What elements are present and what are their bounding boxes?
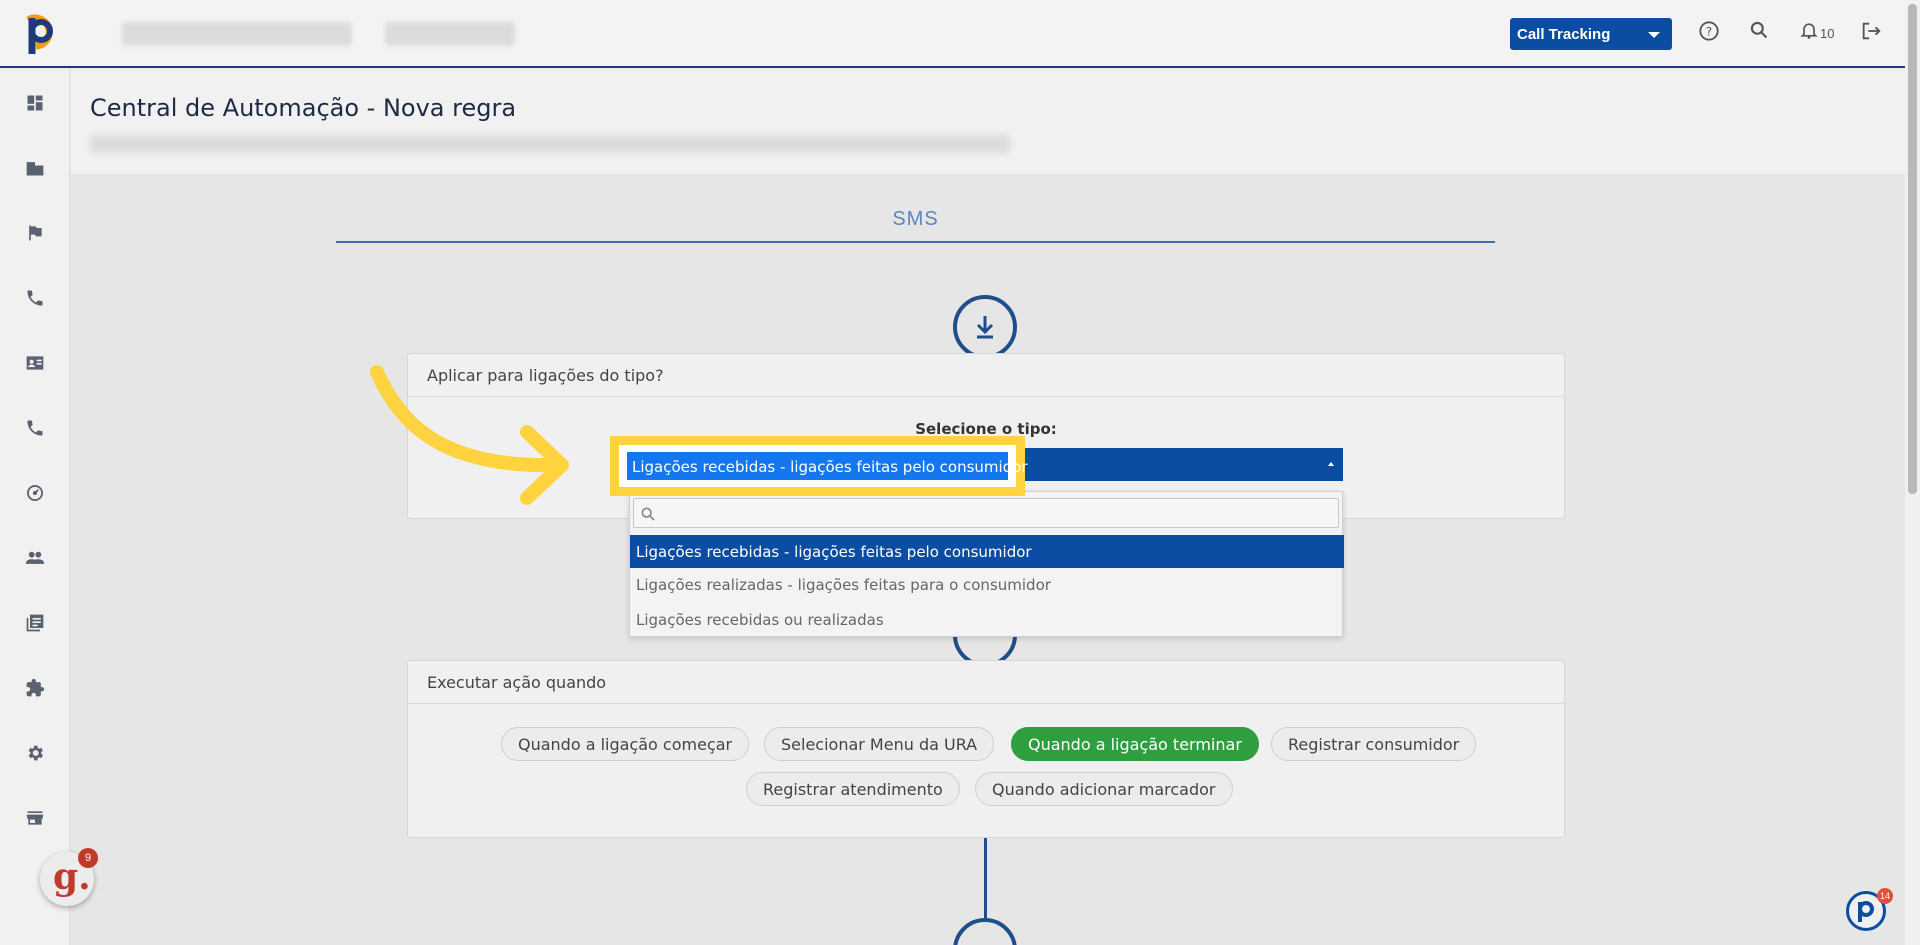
execute-action-card-header: Executar ação quando	[408, 661, 1564, 704]
library-icon[interactable]	[25, 613, 45, 633]
highlight-callout: Ligações recebidas - ligações feitas pel…	[610, 436, 1028, 496]
action-option-register-service[interactable]: Registrar atendimento	[746, 772, 960, 806]
product-dropdown[interactable]: Call Tracking	[1510, 18, 1672, 50]
blurred-account-selector[interactable]	[122, 22, 352, 46]
users-icon[interactable]	[25, 548, 45, 568]
chevron-down-icon	[1648, 32, 1660, 38]
scrollbar[interactable]	[1905, 0, 1920, 945]
logout-icon[interactable]	[1858, 20, 1884, 46]
page-title: Central de Automação - Nova regra	[90, 94, 517, 122]
extension-icon[interactable]	[25, 678, 45, 698]
sidebar	[0, 69, 70, 945]
notifications-count: 10	[1820, 26, 1835, 41]
action-option-call-start[interactable]: Quando a ligação começar	[501, 727, 750, 761]
dashboard-icon[interactable]	[25, 93, 45, 113]
dropdown-search-input[interactable]	[633, 498, 1339, 528]
phone-call-icon[interactable]	[25, 418, 45, 438]
dropdown-option[interactable]: Ligações recebidas - ligações feitas pel…	[630, 535, 1344, 568]
phone-icon[interactable]	[25, 288, 45, 308]
chevron-up-icon	[1328, 462, 1334, 466]
svg-text:?: ?	[1706, 25, 1712, 39]
app-logo[interactable]	[22, 12, 58, 56]
g-badge-count: 9	[78, 848, 98, 868]
blurred-company-selector[interactable]	[385, 22, 515, 46]
search-icon[interactable]	[1746, 20, 1772, 46]
scroll-thumb[interactable]	[1908, 4, 1917, 494]
download-icon	[976, 316, 994, 339]
flag-icon[interactable]	[25, 223, 45, 243]
action-option-ura-menu[interactable]: Selecionar Menu da URA	[764, 727, 995, 761]
action-option-register-consumer[interactable]: Registrar consumidor	[1271, 727, 1477, 761]
dropdown-option[interactable]: Ligações realizadas - ligações feitas pa…	[630, 568, 1344, 601]
call-type-dropdown: Ligações recebidas - ligações feitas pel…	[629, 491, 1344, 637]
tab-sms[interactable]: SMS	[336, 136, 1495, 243]
step-trigger-circle	[953, 295, 1017, 359]
bell-icon[interactable]	[1796, 20, 1822, 46]
dropdown-option[interactable]: Ligações recebidas ou realizadas	[630, 603, 1344, 636]
company-icon[interactable]	[25, 158, 45, 178]
p-badge-count: 14	[1877, 888, 1893, 904]
tab-underline	[336, 241, 1495, 243]
store-icon[interactable]	[25, 808, 45, 828]
speed-icon[interactable]	[25, 483, 45, 503]
search-icon	[641, 507, 655, 521]
chat-widget-g[interactable]: g. 9	[40, 848, 98, 906]
top-bar: Call Tracking ? 10	[0, 0, 1905, 68]
tutorial-arrow-icon	[370, 365, 569, 505]
tab-sms-label: SMS	[892, 208, 939, 230]
help-icon[interactable]: ?	[1696, 20, 1722, 46]
product-dropdown-label: Call Tracking	[1517, 26, 1611, 43]
action-option-call-end[interactable]: Quando a ligação terminar	[1011, 727, 1259, 761]
action-option-add-marker[interactable]: Quando adicionar marcador	[975, 772, 1233, 806]
selected-value: Ligações recebidas - ligações feitas pel…	[627, 452, 1028, 480]
contact-card-icon[interactable]	[25, 353, 45, 373]
call-type-card-header: Aplicar para ligações do tipo?	[408, 354, 1564, 397]
gear-icon[interactable]	[25, 743, 45, 763]
support-widget-p[interactable]: 14	[1846, 888, 1893, 931]
